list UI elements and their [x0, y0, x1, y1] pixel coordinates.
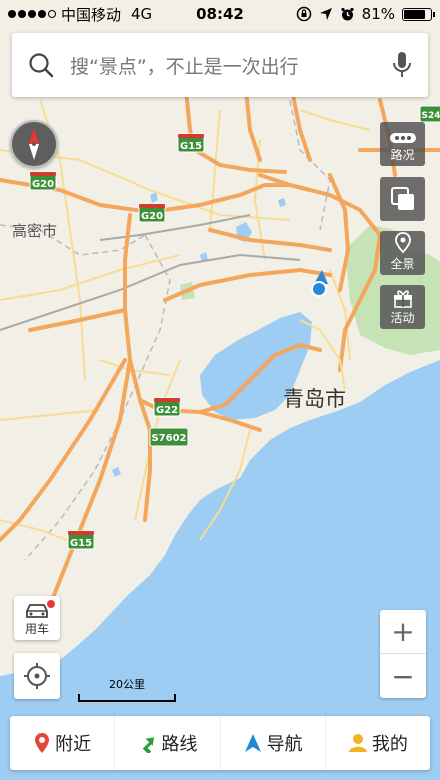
- gift-icon: [393, 290, 412, 308]
- shield-label: G20: [32, 179, 54, 190]
- shield-g20-center: G20: [138, 203, 166, 223]
- battery-percent: 81%: [361, 5, 395, 23]
- panorama-button[interactable]: 全景: [380, 231, 425, 275]
- shield-g20-left: G20: [29, 171, 57, 191]
- shield-label: G15: [70, 538, 92, 549]
- city-label-qingdao: 青岛市: [283, 387, 346, 411]
- shield-label: G15: [180, 141, 202, 152]
- route-arrow-icon: [143, 737, 155, 753]
- car-label: 用车: [24, 622, 49, 636]
- nav-nearby-label: 附近: [55, 734, 92, 755]
- nav-mine[interactable]: 我的: [324, 716, 430, 770]
- nav-navigation-label: 导航: [266, 734, 303, 755]
- carrier-name: 中国移动: [61, 5, 122, 24]
- map-scale: 20公里: [78, 676, 176, 702]
- shield-label: G20: [141, 211, 163, 222]
- search-icon: [29, 53, 54, 78]
- shield-g15-bottom: G15: [67, 530, 95, 550]
- microphone-icon[interactable]: [392, 51, 412, 79]
- shield-g22: G22: [153, 397, 181, 417]
- zoom-control: + −: [380, 610, 426, 698]
- shield-label: G22: [156, 405, 178, 416]
- battery-icon: [402, 7, 435, 21]
- shield-s7602: S7602: [149, 427, 189, 447]
- traffic-icon: [389, 133, 416, 143]
- shield-label: S7602: [151, 433, 186, 444]
- locate-me-button[interactable]: [14, 653, 60, 699]
- nav-nearby[interactable]: 附近: [10, 716, 114, 770]
- alarm-icon: [341, 7, 354, 20]
- status-bar: 中国移动 4G 08:42 81%: [0, 0, 440, 28]
- nav-route-label: 路线: [161, 734, 198, 755]
- signal-strength-icon: [8, 10, 56, 18]
- activity-button[interactable]: 活动: [380, 285, 425, 329]
- layers-button[interactable]: [380, 177, 425, 221]
- traffic-button[interactable]: 路况: [380, 122, 425, 166]
- zoom-out-button[interactable]: −: [380, 654, 426, 698]
- rotation-lock-icon: [296, 6, 311, 22]
- network-type: 4G: [131, 5, 153, 23]
- location-pin-icon: [35, 733, 50, 753]
- search-input[interactable]: 搜“景点”，不止是一次出行: [70, 52, 299, 79]
- panorama-pin-icon: [394, 232, 411, 254]
- compass-icon: [29, 128, 39, 160]
- activity-label: 活动: [390, 311, 415, 325]
- car-service-button[interactable]: 用车: [14, 596, 60, 640]
- nav-navigation[interactable]: 导航: [219, 716, 325, 770]
- bottom-nav: 附近 路线 导航 我的: [10, 716, 430, 770]
- map-canvas[interactable]: G15 G20 G20 G22 S7602 G15 S24 高密市 青岛市: [0, 0, 440, 780]
- panorama-label: 全景: [390, 257, 415, 271]
- shield-s24: S24: [419, 105, 440, 123]
- nav-route[interactable]: 路线: [114, 716, 219, 770]
- nav-mine-label: 我的: [371, 734, 408, 755]
- location-arrow-icon: [319, 8, 332, 20]
- crosshair-icon: [24, 663, 50, 689]
- city-label-gaomi: 高密市: [12, 222, 57, 240]
- shield-g15-top: G15: [177, 133, 205, 153]
- layers-icon: [390, 186, 414, 210]
- user-icon: [348, 734, 367, 752]
- zoom-in-button[interactable]: +: [380, 610, 426, 654]
- shield-label: S24: [421, 111, 440, 121]
- compass-button[interactable]: [10, 120, 58, 168]
- traffic-label: 路况: [390, 148, 415, 162]
- notification-dot: [47, 600, 55, 608]
- scale-bar: [78, 694, 176, 702]
- scale-label: 20公里: [109, 678, 145, 691]
- search-box[interactable]: 搜“景点”，不止是一次出行: [12, 33, 428, 97]
- navigation-arrow-icon: [244, 734, 261, 752]
